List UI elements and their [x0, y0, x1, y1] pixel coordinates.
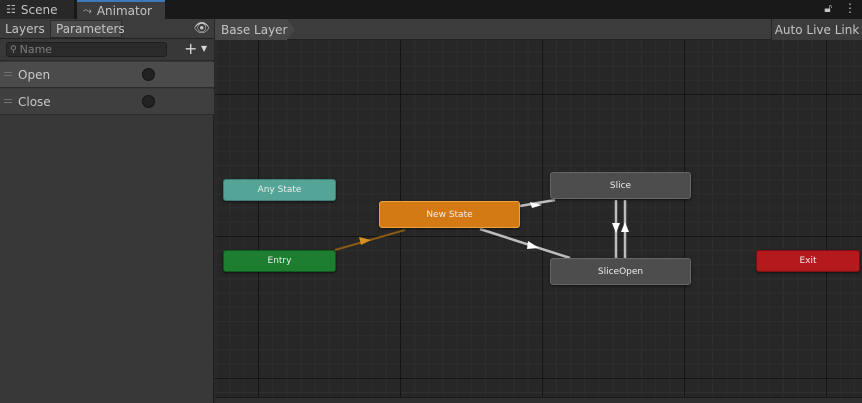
transition-new-state-to-sliceopen[interactable]	[479, 227, 571, 260]
transition-arrow	[612, 223, 620, 233]
chevron-down-icon[interactable]: ▼	[201, 44, 207, 53]
lock-icon[interactable]: 🔓︎	[824, 1, 832, 16]
transition-arrow	[621, 222, 629, 232]
auto-live-link-button[interactable]: Auto Live Link	[771, 19, 862, 40]
tab-scene[interactable]: ☷ Scene	[0, 0, 74, 19]
drag-handle-icon[interactable]	[4, 72, 12, 76]
parameter-search-box: ⚲	[6, 42, 167, 57]
graph-toolbar: Base Layer Auto Live Link	[215, 19, 862, 40]
tab-layers[interactable]: Layers	[0, 20, 49, 38]
tab-animator-label: Animator	[96, 3, 152, 18]
tab-animator[interactable]: ⤳ Animator	[77, 0, 165, 19]
state-entry[interactable]: Entry	[223, 250, 336, 272]
panel-subtabs: Layers Parameters 👁︎	[0, 19, 214, 39]
state-any-state[interactable]: Any State	[223, 179, 336, 201]
parameter-item-open[interactable]: Open	[0, 62, 214, 88]
parameter-search-row: ⚲ + ▼	[0, 39, 214, 61]
drag-handle-icon[interactable]	[4, 99, 12, 103]
state-sliceopen[interactable]: SliceOpen	[550, 258, 691, 285]
horizontal-scrollbar[interactable]	[215, 397, 862, 403]
grid-icon: ☷	[6, 3, 16, 16]
eye-icon[interactable]: 👁︎	[193, 21, 210, 36]
tab-scene-label: Scene	[20, 2, 58, 17]
parameters-panel: Layers Parameters 👁︎ ⚲ + ▼ Open Close	[0, 19, 214, 403]
state-new-state[interactable]: New State	[379, 201, 520, 228]
kebab-menu-icon[interactable]: ⋮	[844, 1, 856, 16]
breadcrumb-base-layer[interactable]: Base Layer	[215, 19, 295, 40]
animator-icon: ⤳	[83, 3, 92, 17]
tab-parameters[interactable]: Parameters	[50, 20, 125, 38]
window-controls: 🔓︎ ⋮	[824, 1, 856, 16]
parameter-name: Close	[18, 95, 51, 109]
search-input[interactable]	[19, 43, 160, 56]
add-parameter-button[interactable]: +	[184, 40, 197, 58]
transition-arrow	[527, 241, 539, 249]
state-exit[interactable]: Exit	[756, 250, 860, 272]
trigger-radio[interactable]	[142, 95, 155, 108]
trigger-radio[interactable]	[142, 68, 155, 81]
state-machine-graph[interactable]: Any State Entry New State Slice SliceOpe…	[215, 40, 862, 403]
parameter-item-close[interactable]: Close	[0, 89, 214, 115]
window-tab-bar: ☷ Scene ⤳ Animator 🔓︎ ⋮	[0, 0, 862, 19]
transition-lines	[334, 198, 629, 260]
search-icon: ⚲	[10, 44, 17, 55]
parameter-name: Open	[18, 68, 51, 82]
state-slice[interactable]: Slice	[550, 172, 691, 199]
